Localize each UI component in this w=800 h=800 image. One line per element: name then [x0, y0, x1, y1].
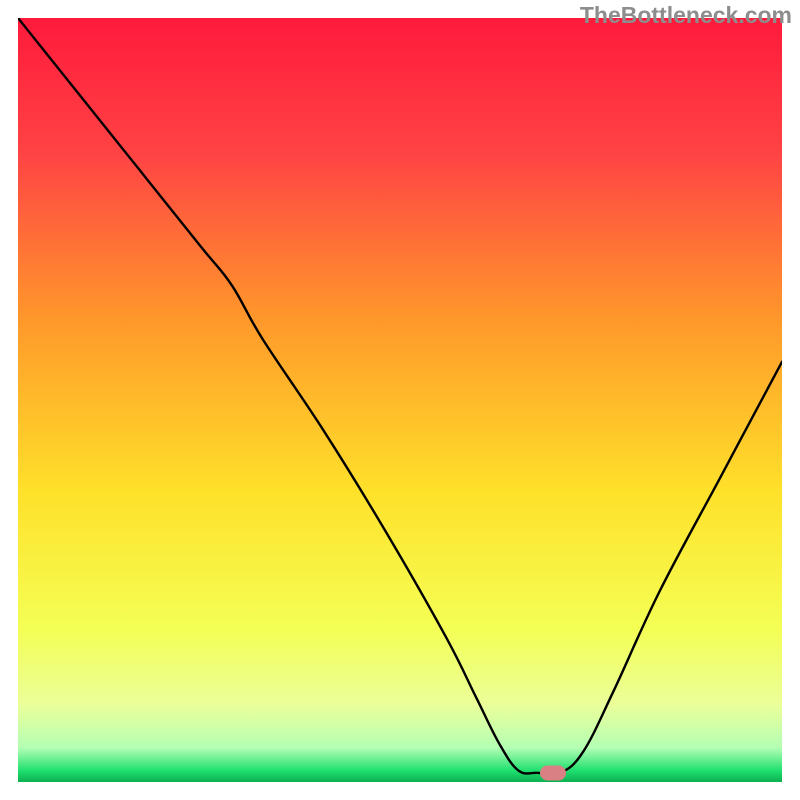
- watermark-text: TheBottleneck.com: [580, 2, 792, 29]
- gradient-background: [18, 18, 782, 782]
- plot-svg: [18, 18, 782, 782]
- plot-area: [18, 18, 782, 782]
- chart-stage: TheBottleneck.com: [0, 0, 800, 800]
- optimal-point-marker: [540, 765, 566, 780]
